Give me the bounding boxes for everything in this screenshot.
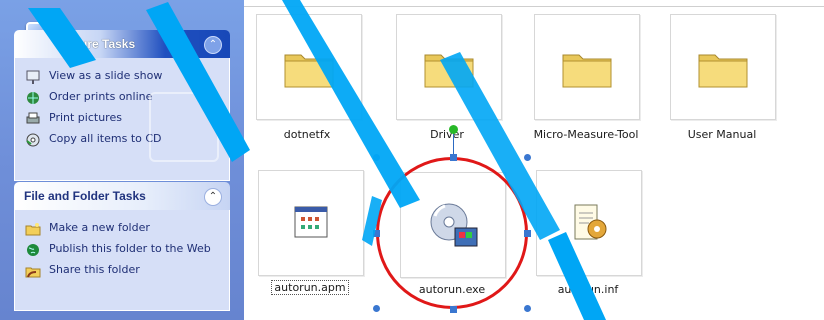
picture-tasks-panel: Picture Tasks ⌃ View as a slide show Ord… — [14, 22, 230, 181]
folder-icon — [562, 54, 612, 88]
folder-icon — [424, 54, 474, 88]
settings-file-icon — [574, 204, 607, 240]
file-item-autorun-inf[interactable] — [536, 170, 642, 276]
resize-handle-top-right[interactable] — [524, 154, 531, 161]
cd-copy-icon — [26, 133, 40, 147]
task-pane: Picture Tasks ⌃ View as a slide show Ord… — [0, 0, 244, 320]
resize-handle-bottom-left[interactable] — [373, 305, 380, 312]
application-window-icon — [294, 206, 328, 238]
resize-handle-bottom[interactable] — [450, 306, 457, 313]
file-item-micro-measure-tool[interactable] — [534, 14, 640, 120]
file-folder-tasks-list: Make a new folder Publish this folder to… — [14, 210, 230, 311]
picture-tasks-list: View as a slide show Order prints online… — [14, 58, 230, 181]
file-item-autorun-apm[interactable] — [258, 170, 364, 276]
new-folder-icon — [25, 223, 41, 236]
task-publish-web[interactable]: Publish this folder to the Web — [25, 242, 221, 258]
resize-handle-bottom-right[interactable] — [524, 305, 531, 312]
content-divider — [244, 6, 824, 7]
task-label: Publish this folder to the Web — [49, 242, 211, 255]
collapse-chevron-icon[interactable]: ⌃ — [204, 188, 222, 206]
file-label-selected: autorun.apm — [240, 280, 380, 295]
task-label: View as a slide show — [49, 69, 163, 82]
resize-handle-top-left[interactable] — [373, 154, 380, 161]
task-view-slideshow[interactable]: View as a slide show — [25, 69, 221, 85]
share-folder-icon — [25, 267, 41, 278]
file-item-driver[interactable] — [396, 14, 502, 120]
picture-tasks-header[interactable]: Picture Tasks ⌃ — [14, 30, 230, 58]
picture-watermark-icon — [149, 92, 219, 162]
printer-icon — [26, 112, 40, 124]
globe-print-icon — [27, 92, 39, 104]
task-label: Print pictures — [49, 111, 122, 124]
task-share-folder[interactable]: Share this folder — [25, 263, 221, 279]
resize-handle-left[interactable] — [373, 230, 380, 237]
task-label: Order prints online — [49, 90, 153, 103]
file-label: Micro-Measure-Tool — [533, 128, 639, 141]
slideshow-icon — [26, 70, 40, 84]
folder-icon — [698, 54, 748, 88]
file-folder-tasks-header[interactable]: File and Folder Tasks ⌃ — [14, 182, 230, 210]
collapse-chevron-icon[interactable]: ⌃ — [204, 36, 222, 54]
file-label: autorun.inf — [557, 283, 619, 296]
resize-handle-top[interactable] — [450, 154, 457, 161]
task-new-folder[interactable]: Make a new folder — [25, 221, 221, 237]
rotation-handle[interactable] — [449, 125, 458, 134]
task-label: Share this folder — [49, 263, 140, 276]
task-label: Copy all items to CD — [49, 132, 162, 145]
folder-icon — [284, 54, 334, 88]
file-label: dotnetfx — [283, 128, 331, 141]
file-folder-tasks-title: File and Folder Tasks — [24, 189, 146, 203]
file-label: User Manual — [687, 128, 757, 141]
resize-handle-right[interactable] — [524, 230, 531, 237]
file-item-dotnetfx[interactable] — [256, 14, 362, 120]
task-label: Make a new folder — [49, 221, 150, 234]
publish-web-icon — [27, 244, 39, 256]
file-folder-tasks-panel: File and Folder Tasks ⌃ Make a new folde… — [14, 182, 230, 311]
highlight-circle[interactable] — [376, 157, 528, 309]
file-item-user-manual[interactable] — [670, 14, 776, 120]
picture-tasks-title: Picture Tasks — [58, 37, 136, 51]
file-label: Driver — [430, 128, 464, 141]
file-label: autorun.apm — [271, 280, 349, 295]
